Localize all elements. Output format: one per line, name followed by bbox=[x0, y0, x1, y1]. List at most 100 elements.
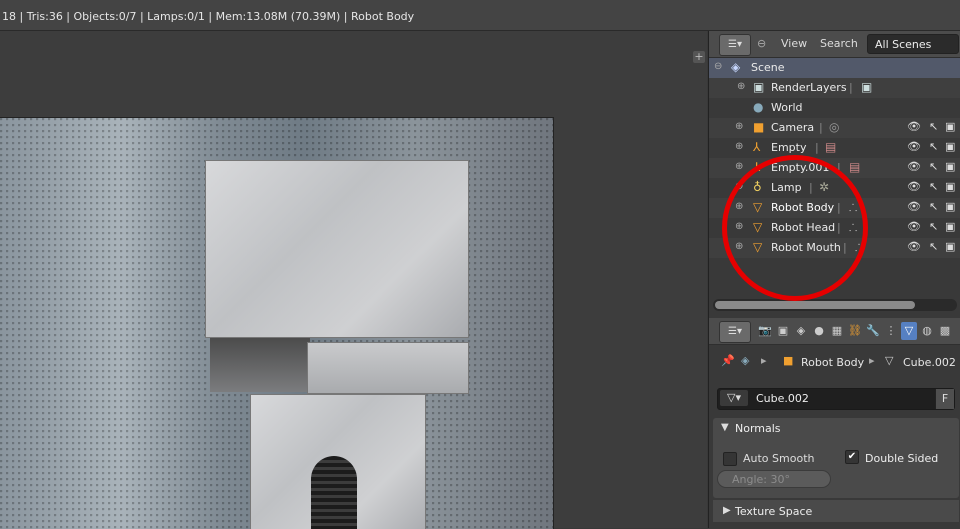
properties-panel[interactable]: ☰▾ 📷 ▣ ◈ ● ▦ ⛓ 🔧 ⋮ ▽ ◍ ▩ 📌 ◈ ▸ ■ Robot B… bbox=[708, 318, 960, 528]
breadcrumb: 📌 ◈ ▸ ■ Robot Body ▸ ▽ Cube.002 bbox=[709, 352, 960, 372]
outliner-row-renderlayers[interactable]: ⊕ ▣ RenderLayers | ▣ bbox=[709, 78, 960, 98]
texture-space-title[interactable]: Texture Space bbox=[735, 505, 812, 518]
renderlayers-tab-icon[interactable]: ▣ bbox=[775, 322, 791, 340]
empty-icon: ⅄ bbox=[753, 140, 761, 154]
search-menu[interactable]: Search bbox=[820, 35, 858, 53]
camera-icon: ■ bbox=[753, 120, 765, 134]
view-menu[interactable]: View bbox=[781, 35, 807, 53]
panel-collapsed-icon[interactable]: ▶ bbox=[723, 505, 731, 516]
double-sided-label: Double Sided bbox=[865, 452, 939, 465]
visibility-eye-icon[interactable]: 👁 bbox=[907, 140, 921, 153]
constraint-icon: ▤ bbox=[849, 160, 861, 174]
mesh-datablock-field[interactable]: ▽▾ Cube.002 F bbox=[717, 388, 955, 410]
row-label: World bbox=[771, 101, 803, 114]
info-bar-text: 18 | Tris:36 | Objects:0/7 | Lamps:0/1 |… bbox=[2, 10, 415, 23]
breadcrumb-object: Robot Body bbox=[801, 356, 865, 369]
visibility-eye-icon[interactable]: 👁 bbox=[907, 120, 921, 133]
constraint-icon: ▤ bbox=[825, 140, 837, 154]
expand-icon[interactable]: ⊕ bbox=[737, 81, 745, 92]
selectable-cursor-icon[interactable]: ↖ bbox=[929, 140, 938, 153]
selectable-cursor-icon[interactable]: ↖ bbox=[929, 200, 938, 213]
separator: | bbox=[849, 81, 853, 94]
separator: | bbox=[815, 141, 819, 154]
selectable-cursor-icon[interactable]: ↖ bbox=[929, 240, 938, 253]
expand-icon[interactable]: ⊕ bbox=[735, 161, 743, 172]
render-camera-icon[interactable]: ▣ bbox=[945, 200, 955, 213]
render-camera-icon[interactable]: ▣ bbox=[945, 140, 955, 153]
editor-type-icon[interactable]: ☰▾ bbox=[719, 321, 751, 343]
autosmooth-angle-slider[interactable]: Angle: 30° bbox=[717, 470, 831, 488]
auto-smooth-checkbox[interactable] bbox=[723, 452, 737, 466]
constraints-tab-icon[interactable]: ⛓ bbox=[847, 322, 863, 340]
chevron-right-icon: ▸ bbox=[761, 354, 767, 367]
render-tab-icon[interactable]: 📷 bbox=[757, 322, 773, 340]
expand-icon[interactable]: ⊕ bbox=[735, 121, 743, 132]
red-annotation-circle bbox=[722, 155, 868, 301]
row-label: RenderLayers bbox=[771, 81, 847, 94]
mesh-icon: ▽ bbox=[885, 354, 894, 367]
selectable-cursor-icon[interactable]: ↖ bbox=[929, 120, 938, 133]
chevron-right-icon: ▸ bbox=[869, 354, 875, 367]
background-reference-image bbox=[0, 117, 554, 529]
outliner-row-world[interactable]: ● World bbox=[709, 98, 960, 118]
properties-tab-bar: ☰▾ 📷 ▣ ◈ ● ▦ ⛓ 🔧 ⋮ ▽ ◍ ▩ bbox=[709, 318, 960, 345]
fake-user-button[interactable]: F bbox=[935, 389, 954, 409]
corrugated-hose bbox=[311, 456, 357, 529]
visibility-eye-icon[interactable]: 👁 bbox=[907, 220, 921, 233]
world-icon: ● bbox=[753, 100, 764, 114]
row-label: Camera bbox=[771, 121, 815, 134]
scene-tab-icon[interactable]: ◈ bbox=[793, 322, 809, 340]
panel-expanded-icon[interactable]: ▼ bbox=[721, 422, 729, 433]
pin-icon[interactable]: 📌 bbox=[721, 354, 735, 367]
texture-tab-icon[interactable]: ▩ bbox=[937, 322, 953, 340]
outliner-row-camera[interactable]: ⊕ ■ Camera | ◎ 👁 ↖ ▣ bbox=[709, 118, 960, 138]
selectable-cursor-icon[interactable]: ↖ bbox=[929, 160, 938, 173]
renderlayers-icon: ▣ bbox=[753, 80, 765, 94]
visibility-eye-icon[interactable]: 👁 bbox=[907, 160, 921, 173]
render-camera-icon[interactable]: ▣ bbox=[945, 160, 955, 173]
object-tab-icon[interactable]: ▦ bbox=[829, 322, 845, 340]
outliner-horizontal-scrollbar[interactable] bbox=[713, 299, 957, 311]
material-tab-icon[interactable]: ◍ bbox=[919, 322, 935, 340]
particles-tab-icon[interactable]: ⋮ bbox=[883, 322, 899, 340]
visibility-eye-icon[interactable]: 👁 bbox=[907, 180, 921, 193]
robot-mouth-box bbox=[307, 342, 469, 394]
auto-smooth-label: Auto Smooth bbox=[743, 452, 815, 465]
outliner-row-scene[interactable]: ⊖ ◈ Scene bbox=[709, 58, 960, 78]
editor-type-icon[interactable]: ☰▾ bbox=[719, 34, 751, 56]
texture-space-panel[interactable]: ▶ Texture Space bbox=[713, 500, 959, 522]
scene-icon: ◈ bbox=[731, 60, 741, 74]
collapse-icon[interactable]: ⊖ bbox=[714, 61, 722, 72]
selectable-cursor-icon[interactable]: ↖ bbox=[929, 180, 938, 193]
scene-icon: ◈ bbox=[741, 354, 750, 367]
collapse-menu-icon[interactable]: ⊖ bbox=[757, 35, 766, 53]
object-icon: ■ bbox=[783, 354, 794, 367]
outliner-header: ☰▾ ⊖ View Search All Scenes bbox=[709, 31, 960, 58]
renderlayer-data-icon: ▣ bbox=[861, 80, 873, 94]
robot-neck-shape bbox=[210, 336, 310, 392]
scrollbar-thumb[interactable] bbox=[715, 301, 915, 309]
modifiers-tab-icon[interactable]: 🔧 bbox=[865, 322, 881, 340]
mesh-name-value[interactable]: Cube.002 bbox=[756, 392, 809, 405]
breadcrumb-mesh: Cube.002 bbox=[903, 356, 956, 369]
render-camera-icon[interactable]: ▣ bbox=[945, 120, 955, 133]
selectable-cursor-icon[interactable]: ↖ bbox=[929, 220, 938, 233]
robot-head-box bbox=[205, 160, 469, 338]
plus-icon[interactable]: + bbox=[693, 51, 705, 63]
render-camera-icon[interactable]: ▣ bbox=[945, 180, 955, 193]
outliner-row-empty[interactable]: ⊕ ⅄ Empty | ▤ 👁 ↖ ▣ bbox=[709, 138, 960, 158]
render-camera-icon[interactable]: ▣ bbox=[945, 220, 955, 233]
expand-icon[interactable]: ⊕ bbox=[735, 141, 743, 152]
info-bar: 18 | Tris:36 | Objects:0/7 | Lamps:0/1 |… bbox=[0, 0, 960, 31]
double-sided-checkbox[interactable]: ✔ bbox=[845, 450, 859, 464]
visibility-eye-icon[interactable]: 👁 bbox=[907, 200, 921, 213]
world-tab-icon[interactable]: ● bbox=[811, 322, 827, 340]
render-camera-icon[interactable]: ▣ bbox=[945, 240, 955, 253]
mesh-data-tab-icon[interactable]: ▽ bbox=[901, 322, 917, 340]
normals-title[interactable]: Normals bbox=[735, 422, 781, 435]
scene-label: Scene bbox=[751, 61, 785, 74]
visibility-eye-icon[interactable]: 👁 bbox=[907, 240, 921, 253]
mesh-browse-icon[interactable]: ▽▾ bbox=[720, 390, 748, 406]
display-mode-dropdown[interactable]: All Scenes bbox=[867, 34, 959, 54]
camera-data-icon: ◎ bbox=[829, 120, 840, 134]
